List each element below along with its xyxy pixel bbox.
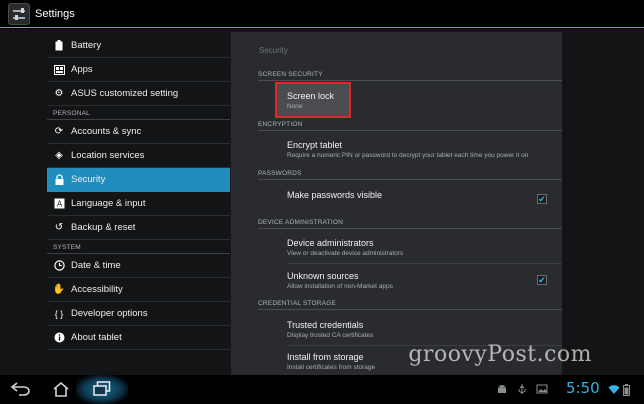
device-administrators-item[interactable]: Device administrators View or deactivate… — [287, 238, 557, 257]
trusted-credentials-title: Trusted credentials — [287, 320, 364, 330]
home-button[interactable] — [50, 379, 72, 399]
sync-icon: ⟳ — [54, 126, 64, 137]
app-title: Settings — [35, 7, 75, 20]
wifi-icon — [608, 385, 620, 394]
sidebar-item-date-time[interactable]: Date & time — [47, 254, 230, 278]
screen-lock-summary: None — [287, 103, 303, 110]
settings-sidebar: Battery Apps ⚙ ASUS customized setting P… — [47, 34, 230, 375]
language-icon: A — [53, 198, 65, 210]
apps-icon — [53, 64, 65, 76]
trusted-credentials-summary: Display trusted CA certificates — [287, 332, 374, 339]
action-bar: Settings — [0, 0, 644, 28]
unknown-sources-checkbox[interactable]: ✔ — [537, 275, 547, 285]
gear-icon: ⚙ — [54, 88, 64, 99]
notification-icons — [496, 383, 548, 395]
section-screen-security: SCREEN SECURITY — [258, 71, 562, 81]
checkmark-icon: ✔ — [538, 275, 546, 285]
sidebar-item-location-services[interactable]: ◈ Location services — [47, 144, 230, 168]
recent-apps-icon — [93, 381, 111, 396]
settings-content: Battery Apps ⚙ ASUS customized setting P… — [0, 29, 644, 375]
sidebar-item-label: Developer options — [71, 308, 148, 319]
encrypt-tablet-title: Encrypt tablet — [287, 140, 343, 150]
back-button[interactable] — [10, 379, 32, 399]
sidebar-item-asus-customized-setting[interactable]: ⚙ ASUS customized setting — [47, 82, 230, 106]
sidebar-item-battery[interactable]: Battery — [47, 34, 230, 58]
battery-icon — [53, 40, 65, 52]
location-icon: ◈ — [55, 150, 63, 161]
trusted-credentials-item[interactable]: Trusted credentials Display trusted CA c… — [287, 320, 557, 339]
battery-status-icon — [623, 384, 630, 396]
system-header: SYSTEM — [47, 240, 230, 254]
sidebar-item-label: ASUS customized setting — [71, 88, 179, 99]
device-administrators-title: Device administrators — [287, 238, 374, 248]
personal-header: PERSONAL — [47, 106, 230, 120]
hand-icon: ✋ — [52, 284, 66, 295]
security-panel: Security SCREEN SECURITY Screen lock Non… — [231, 32, 562, 375]
clock[interactable]: 5:50 — [566, 379, 600, 397]
sidebar-item-about-tablet[interactable]: About tablet — [47, 326, 230, 350]
info-icon — [53, 332, 65, 344]
sidebar-item-developer-options[interactable]: { } Developer options — [47, 302, 230, 326]
home-icon — [53, 381, 69, 397]
system-navigation-bar: 5:50 — [0, 375, 644, 404]
braces-icon: { } — [54, 308, 64, 319]
clock-icon — [53, 260, 65, 272]
sidebar-item-label: Location services — [71, 150, 145, 161]
sidebar-item-label: Accounts & sync — [71, 126, 142, 137]
sidebar-item-apps[interactable]: Apps — [47, 58, 230, 82]
unknown-sources-item[interactable]: Unknown sources Allow installation of no… — [287, 271, 557, 290]
screen-lock-title: Screen lock — [287, 91, 335, 101]
backup-icon: ↺ — [54, 222, 64, 233]
unknown-sources-title: Unknown sources — [287, 271, 359, 281]
settings-app-icon[interactable] — [8, 2, 30, 25]
sidebar-item-accessibility[interactable]: ✋ Accessibility — [47, 278, 230, 302]
section-encryption: ENCRYPTION — [258, 121, 562, 131]
unknown-sources-summary: Allow installation of non-Market apps — [287, 283, 393, 290]
svg-text:A: A — [56, 200, 62, 209]
section-passwords: PASSWORDS — [258, 170, 562, 180]
usb-icon[interactable] — [516, 383, 528, 395]
sidebar-item-label: Battery — [71, 40, 102, 51]
back-icon — [11, 382, 30, 396]
make-passwords-visible-item[interactable]: Make passwords visible — [287, 190, 557, 200]
image-icon[interactable] — [536, 383, 548, 395]
sidebar-item-backup-reset[interactable]: ↺ Backup & reset — [47, 216, 230, 240]
device-administrators-summary: View or deactivate device administrators — [287, 250, 404, 257]
sidebar-item-label: About tablet — [71, 332, 122, 343]
sidebar-item-label: Accessibility — [71, 284, 123, 295]
sidebar-item-label: Date & time — [71, 260, 121, 271]
recent-apps-button[interactable] — [91, 379, 113, 399]
section-device-administration: DEVICE ADMINISTRATION — [258, 219, 562, 229]
sidebar-item-accounts-sync[interactable]: ⟳ Accounts & sync — [47, 120, 230, 144]
panel-title: Security — [259, 46, 288, 55]
lock-icon — [53, 174, 65, 186]
sidebar-item-security[interactable]: Security — [47, 168, 230, 192]
make-passwords-visible-checkbox[interactable]: ✔ — [537, 194, 547, 204]
make-passwords-visible-title: Make passwords visible — [287, 190, 383, 200]
sidebar-item-label: Language & input — [71, 198, 146, 209]
android-debug-icon[interactable] — [496, 383, 508, 395]
system-status-icons[interactable] — [608, 384, 630, 396]
sidebar-item-label: Backup & reset — [71, 222, 136, 233]
watermark: groovyPost.com — [408, 342, 592, 367]
sidebar-item-label: Apps — [71, 64, 93, 75]
encrypt-tablet-summary: Require a numeric PIN or password to dec… — [287, 152, 529, 159]
encrypt-tablet-item[interactable]: Encrypt tablet Require a numeric PIN or … — [287, 140, 557, 159]
section-credential-storage: CREDENTIAL STORAGE — [258, 300, 562, 310]
checkmark-icon: ✔ — [538, 194, 546, 204]
sidebar-item-language-input[interactable]: A Language & input — [47, 192, 230, 216]
screen-lock-item[interactable]: Screen lock None — [287, 91, 557, 110]
sidebar-item-label: Security — [71, 174, 106, 185]
divider — [287, 263, 562, 264]
